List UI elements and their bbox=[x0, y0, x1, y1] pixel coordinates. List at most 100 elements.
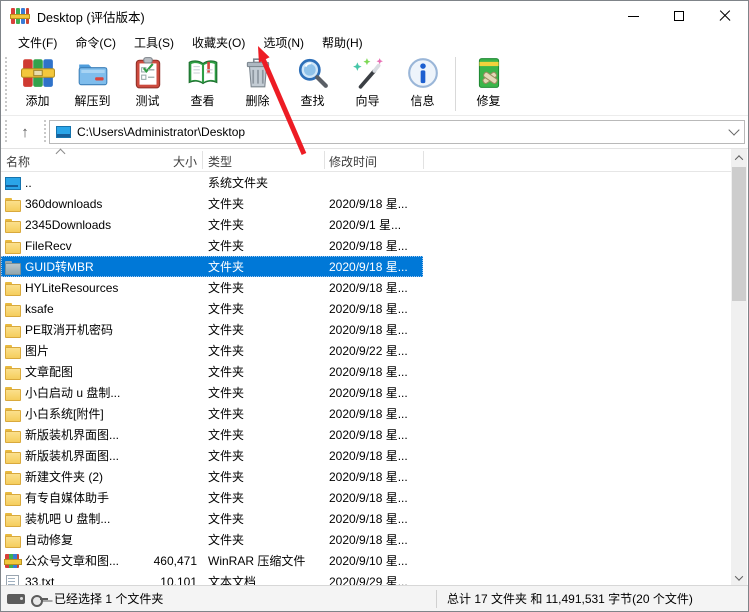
menu-help[interactable]: 帮助(H) bbox=[313, 32, 372, 53]
desktop-icon bbox=[56, 126, 71, 138]
chevron-down-icon bbox=[735, 572, 743, 580]
list-item[interactable]: 公众号文章和图... 460,471 WinRAR 压缩文件 2020/9/10… bbox=[1, 550, 423, 571]
list-item[interactable]: 33.txt 10,101 文本文档 2020/9/29 星... bbox=[1, 571, 423, 586]
file-name: .. bbox=[25, 176, 32, 190]
view-book-icon bbox=[186, 56, 220, 90]
file-type: 文件夹 bbox=[208, 216, 324, 233]
list-item[interactable]: 图片 文件夹 2020/9/22 星... bbox=[1, 340, 423, 361]
up-arrow-icon: ↑ bbox=[21, 124, 29, 141]
file-name: FileRecv bbox=[25, 239, 72, 253]
up-directory-button[interactable]: ↑ bbox=[10, 120, 40, 144]
list-item[interactable]: 小白启动 u 盘制... 文件夹 2020/9/18 星... bbox=[1, 382, 423, 403]
file-name: 小白启动 u 盘制... bbox=[25, 384, 120, 401]
winrar-logo-icon bbox=[11, 8, 29, 24]
file-name: 新版装机界面图... bbox=[25, 447, 119, 464]
chevron-down-icon[interactable] bbox=[728, 124, 739, 135]
list-item[interactable]: 小白系统[附件] 文件夹 2020/9/18 星... bbox=[1, 403, 423, 424]
file-size: 460,471 bbox=[151, 554, 197, 568]
toolbar-button-extract[interactable]: 解压到 bbox=[65, 54, 120, 114]
folder-icon bbox=[4, 217, 20, 233]
addressbar-gripper2[interactable] bbox=[43, 120, 47, 144]
list-item[interactable]: 新版装机界面图... 文件夹 2020/9/18 星... bbox=[1, 424, 423, 445]
list-item[interactable]: FileRecv 文件夹 2020/9/18 星... bbox=[1, 235, 423, 256]
file-date: 2020/9/18 星... bbox=[329, 468, 422, 485]
menu-options[interactable]: 选项(N) bbox=[254, 32, 313, 53]
toolbar-label: 信息 bbox=[410, 92, 434, 109]
column-divider[interactable] bbox=[324, 151, 325, 169]
file-type: 文件夹 bbox=[208, 279, 324, 296]
column-header-type[interactable]: 类型 bbox=[208, 153, 232, 170]
list-item[interactable]: 360downloads 文件夹 2020/9/18 星... bbox=[1, 193, 423, 214]
column-divider[interactable] bbox=[423, 151, 424, 169]
toolbar-button-repair[interactable]: 修复 bbox=[461, 54, 516, 114]
info-icon bbox=[406, 56, 440, 90]
address-bar: ↑ C:\Users\Administrator\Desktop bbox=[1, 116, 748, 149]
maximize-button[interactable] bbox=[656, 1, 702, 31]
list-item[interactable]: PE取消开机密码 文件夹 2020/9/18 星... bbox=[1, 319, 423, 340]
menu-favorites[interactable]: 收藏夹(O) bbox=[183, 32, 254, 53]
toolbar-label: 向导 bbox=[355, 92, 379, 109]
file-name: 新建文件夹 (2) bbox=[25, 468, 103, 485]
column-header-date[interactable]: 修改时间 bbox=[329, 153, 377, 170]
toolbar: 添加 解压到 测试 bbox=[1, 53, 748, 116]
list-item[interactable]: HYLiteResources 文件夹 2020/9/18 星... bbox=[1, 277, 423, 298]
toolbar-button-test[interactable]: 测试 bbox=[120, 54, 175, 114]
list-item[interactable]: .. 系统文件夹 bbox=[1, 172, 423, 193]
list-item[interactable]: 自动修复 文件夹 2020/9/18 星... bbox=[1, 529, 423, 550]
file-type: 文件夹 bbox=[208, 510, 324, 527]
list-item[interactable]: 新建文件夹 (2) 文件夹 2020/9/18 星... bbox=[1, 466, 423, 487]
scroll-down-button[interactable] bbox=[731, 569, 747, 586]
menu-tools[interactable]: 工具(S) bbox=[125, 32, 183, 53]
toolbar-button-wizard[interactable]: 向导 bbox=[340, 54, 395, 114]
list-item[interactable]: ksafe 文件夹 2020/9/18 星... bbox=[1, 298, 423, 319]
folder-icon bbox=[4, 322, 20, 338]
toolbar-button-delete[interactable]: 删除 bbox=[230, 54, 285, 114]
sort-ascending-icon bbox=[56, 149, 66, 159]
selection-status: 已经选择 1 个文件夹 bbox=[54, 590, 163, 607]
file-name: 有专自媒体助手 bbox=[25, 489, 109, 506]
key-icon[interactable] bbox=[31, 593, 48, 605]
folder-icon bbox=[4, 511, 20, 527]
scroll-up-button[interactable] bbox=[731, 149, 747, 166]
file-name: 文章配图 bbox=[25, 363, 73, 380]
menu-file[interactable]: 文件(F) bbox=[9, 32, 66, 53]
list-item[interactable]: 新版装机界面图... 文件夹 2020/9/18 星... bbox=[1, 445, 423, 466]
wizard-wand-icon bbox=[351, 56, 385, 90]
folder-icon bbox=[4, 238, 20, 254]
toolbar-button-find[interactable]: 查找 bbox=[285, 54, 340, 114]
list-item[interactable]: GUID转MBR 文件夹 2020/9/18 星... bbox=[1, 256, 423, 277]
path-combobox[interactable]: C:\Users\Administrator\Desktop bbox=[49, 120, 745, 144]
menu-commands[interactable]: 命令(C) bbox=[66, 32, 125, 53]
window-title: Desktop (评估版本) bbox=[37, 7, 145, 26]
file-type: 文件夹 bbox=[208, 384, 324, 401]
column-header-size[interactable]: 大小 bbox=[151, 153, 197, 170]
toolbar-button-view[interactable]: 查看 bbox=[175, 54, 230, 114]
folder-icon bbox=[4, 280, 20, 296]
repair-book-icon bbox=[472, 56, 506, 90]
scrollbar-thumb[interactable] bbox=[732, 167, 746, 301]
toolbar-gripper[interactable] bbox=[4, 57, 8, 111]
minimize-button[interactable] bbox=[610, 1, 656, 31]
file-date: 2020/9/18 星... bbox=[329, 321, 422, 338]
toolbar-button-add[interactable]: 添加 bbox=[10, 54, 65, 114]
list-item[interactable]: 文章配图 文件夹 2020/9/18 星... bbox=[1, 361, 423, 382]
file-date: 2020/9/18 星... bbox=[329, 237, 422, 254]
status-bar: 已经选择 1 个文件夹 总计 17 文件夹 和 11,491,531 字节(20… bbox=[1, 585, 748, 611]
maximize-icon bbox=[674, 11, 684, 21]
list-item[interactable]: 装机吧 U 盘制... 文件夹 2020/9/18 星... bbox=[1, 508, 423, 529]
list-item[interactable]: 2345Downloads 文件夹 2020/9/1 星... bbox=[1, 214, 423, 235]
toolbar-button-info[interactable]: 信息 bbox=[395, 54, 450, 114]
chevron-up-icon bbox=[735, 155, 743, 163]
close-button[interactable] bbox=[702, 1, 748, 31]
list-item[interactable]: 有专自媒体助手 文件夹 2020/9/18 星... bbox=[1, 487, 423, 508]
folder-icon bbox=[4, 406, 20, 422]
column-header-name[interactable]: 名称 bbox=[6, 153, 30, 170]
file-name: GUID转MBR bbox=[25, 258, 94, 275]
drive-icon[interactable] bbox=[7, 594, 25, 604]
addressbar-gripper[interactable] bbox=[4, 120, 8, 144]
vertical-scrollbar[interactable] bbox=[731, 149, 747, 586]
file-type: 文件夹 bbox=[208, 447, 324, 464]
column-divider[interactable] bbox=[202, 151, 203, 169]
file-name: PE取消开机密码 bbox=[25, 321, 113, 338]
file-name: 图片 bbox=[25, 342, 49, 359]
